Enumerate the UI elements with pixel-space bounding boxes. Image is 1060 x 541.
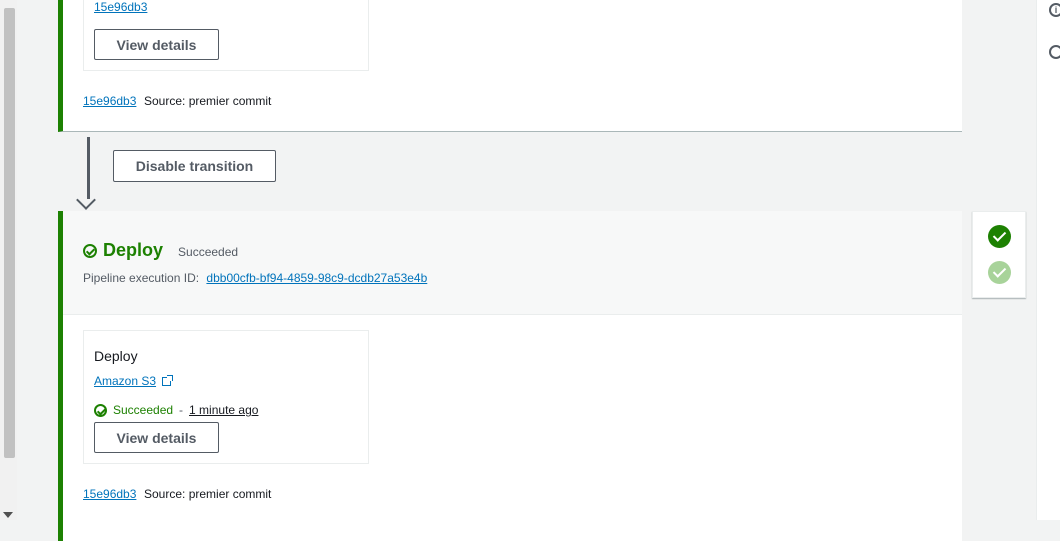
scroll-up-arrow[interactable] xyxy=(0,0,17,8)
action-commit-link[interactable]: 15e96db3 xyxy=(94,0,147,14)
external-link-icon[interactable] xyxy=(162,374,174,386)
action-name: Deploy xyxy=(94,348,138,364)
right-utility-rail: i xyxy=(1036,0,1060,520)
action-status-row: Succeeded - 1 minute ago xyxy=(94,403,258,417)
commit-id-link[interactable]: 15e96db3 xyxy=(83,487,136,501)
stage-title-row: Deploy Succeeded xyxy=(83,240,238,261)
settings-icon[interactable] xyxy=(1049,45,1060,59)
scroll-thumb[interactable] xyxy=(4,8,15,458)
stage-status-panel xyxy=(972,211,1026,298)
action-time-link[interactable]: 1 minute ago xyxy=(189,403,258,417)
provider-row: Amazon S3 xyxy=(94,374,174,388)
view-details-button[interactable]: View details xyxy=(94,29,219,60)
action-status: Succeeded xyxy=(113,403,174,417)
deploy-stage-card: Deploy Succeeded Pipeline execution ID: … xyxy=(58,211,962,541)
view-details-button[interactable]: View details xyxy=(94,422,219,453)
status-separator: - xyxy=(179,403,184,417)
execution-id-link[interactable]: dbb00cfb-bf94-4859-98c9-dcdb27a53e4b xyxy=(206,271,427,285)
info-icon[interactable]: i xyxy=(1049,3,1060,17)
commit-id-link[interactable]: 15e96db3 xyxy=(83,94,136,108)
succeeded-status-icon[interactable] xyxy=(988,225,1011,248)
source-action-card: 15e96db3 View details xyxy=(83,0,369,71)
execution-id-label: Pipeline execution ID: xyxy=(83,271,200,285)
deploy-stage-header: Deploy Succeeded Pipeline execution ID: … xyxy=(63,211,962,315)
stage-name: Deploy xyxy=(103,240,164,260)
deploy-action-card: Deploy Amazon S3 Succeeded - 1 minute ag… xyxy=(83,330,369,464)
stage-status: Succeeded xyxy=(178,245,239,259)
transition-arrow-head xyxy=(76,190,96,210)
pipeline-execution-row: Pipeline execution ID: dbb00cfb-bf94-485… xyxy=(83,271,427,285)
success-check-icon xyxy=(83,243,97,258)
scroll-down-arrow[interactable] xyxy=(3,512,13,518)
transition-arrow xyxy=(87,137,90,199)
success-check-icon xyxy=(94,403,107,417)
page-scrollbar[interactable] xyxy=(0,0,17,520)
source-commit-text: Source: premier commit xyxy=(144,94,272,108)
source-stage-card: 15e96db3 View details 15e96db3 Source: p… xyxy=(58,0,962,132)
source-commit-text: Source: premier commit xyxy=(144,487,272,501)
provider-link[interactable]: Amazon S3 xyxy=(94,374,156,388)
succeeded-status-icon[interactable] xyxy=(988,261,1011,284)
disable-transition-button[interactable]: Disable transition xyxy=(113,150,276,182)
